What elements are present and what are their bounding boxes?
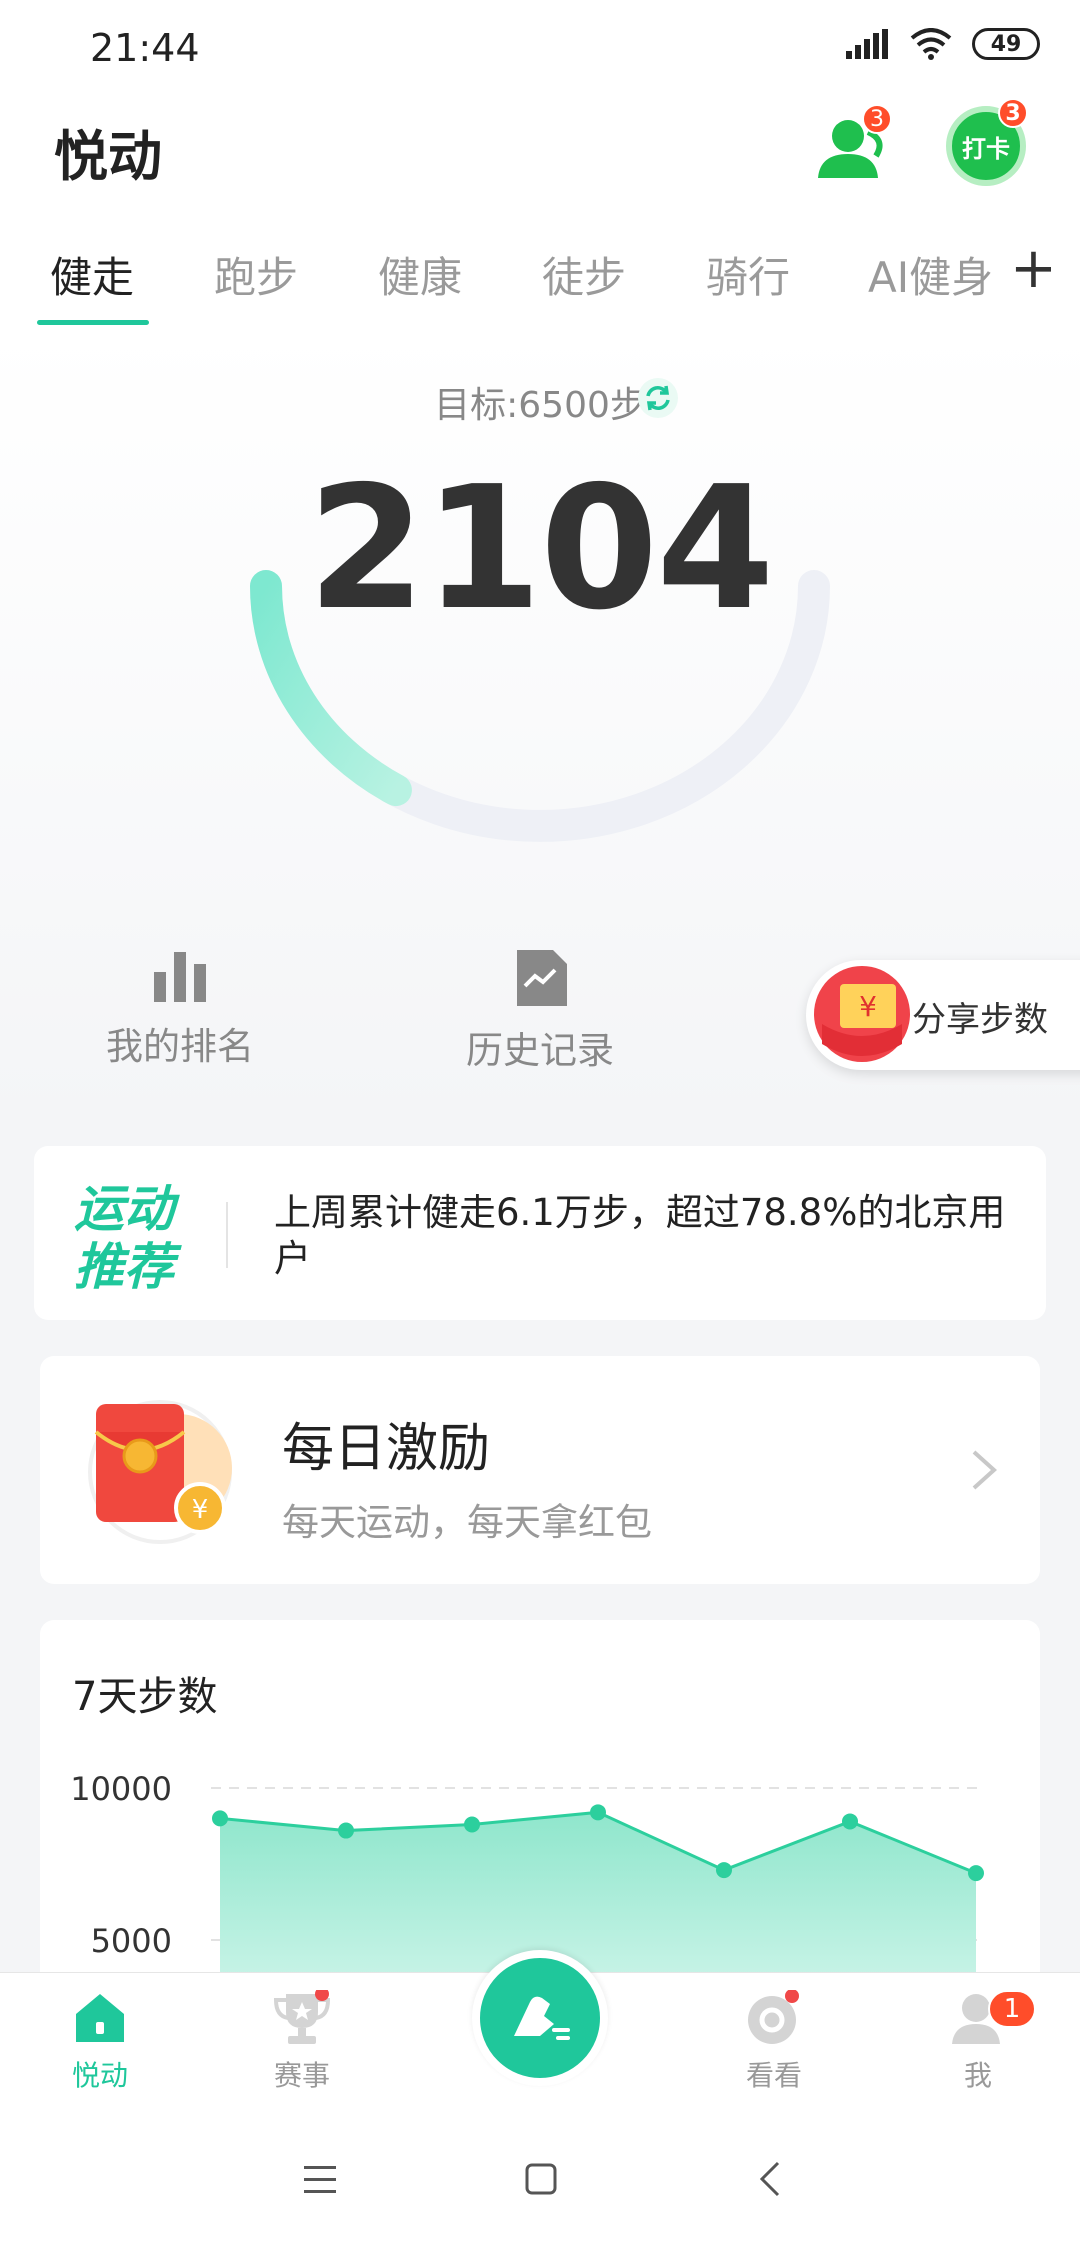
tab-ai-fitness[interactable]: AI健身 bbox=[868, 244, 993, 305]
reward-title: 每日激励 bbox=[282, 1419, 491, 1479]
svg-text:¥: ¥ bbox=[859, 990, 877, 1023]
home-square-icon[interactable] bbox=[524, 2162, 558, 2196]
signal-icon bbox=[846, 29, 888, 59]
ranking-label: 我的排名 bbox=[106, 1025, 254, 1068]
history-button[interactable]: 历史记录 bbox=[430, 950, 650, 1074]
data-point[interactable] bbox=[464, 1816, 480, 1833]
bar-chart-icon bbox=[154, 952, 206, 1002]
start-walk-button[interactable] bbox=[472, 1950, 608, 2086]
nav-events[interactable]: 赛事 bbox=[242, 1987, 362, 2094]
seven-day-chart: 10000 5000 bbox=[70, 1770, 985, 1976]
explore-icon bbox=[748, 1989, 799, 2044]
nav-home-label: 悦动 bbox=[71, 2059, 128, 2092]
nav-home[interactable]: 悦动 bbox=[40, 1990, 160, 2094]
data-point[interactable] bbox=[968, 1865, 984, 1882]
recommend-text: 上周累计健走6.1万步，超过78.8%的北京用户 bbox=[274, 1191, 1006, 1280]
tab-run[interactable]: 跑步 bbox=[214, 244, 298, 305]
nav-events-label: 赛事 bbox=[273, 2059, 330, 2092]
punch-button[interactable]: 打卡 3 bbox=[946, 98, 1028, 186]
tab-hike[interactable]: 徒步 bbox=[542, 244, 626, 305]
header bbox=[0, 95, 1080, 245]
back-icon[interactable] bbox=[758, 2160, 782, 2198]
friends-badge: 3 bbox=[862, 104, 892, 134]
y-tick-label: 10000 bbox=[70, 1770, 172, 1808]
battery-indicator: 49 bbox=[972, 28, 1040, 60]
step-progress-gauge bbox=[250, 570, 830, 842]
series-area bbox=[220, 1812, 976, 1976]
trophy-icon bbox=[273, 1987, 331, 2044]
punch-label: 打卡 bbox=[962, 134, 1010, 163]
status-time: 21:44 bbox=[90, 26, 200, 70]
recommend-title: 运动推荐 bbox=[74, 1180, 174, 1296]
svg-text:¥: ¥ bbox=[192, 1495, 209, 1525]
tab-bar: 健走 跑步 健康 徒步 骑行 AI健身 bbox=[0, 230, 1080, 330]
ranking-button[interactable]: 我的排名 bbox=[70, 950, 290, 1070]
tab-cycle[interactable]: 骑行 bbox=[706, 244, 790, 305]
chart-title: 7天步数 bbox=[72, 1674, 218, 1720]
nav-explore[interactable]: 看看 bbox=[714, 1989, 834, 2094]
data-point[interactable] bbox=[338, 1822, 354, 1839]
add-tab-button[interactable]: + bbox=[1010, 236, 1057, 301]
status-icons: 49 bbox=[846, 28, 1040, 60]
refresh-icon[interactable] bbox=[636, 376, 680, 420]
home-icon bbox=[76, 1994, 124, 2042]
system-nav-bar bbox=[0, 2112, 1080, 2244]
share-label: 分享步数 bbox=[912, 1000, 1048, 1040]
nav-profile-label: 我 bbox=[963, 2059, 992, 2092]
data-point[interactable] bbox=[212, 1810, 228, 1827]
data-point[interactable] bbox=[590, 1804, 606, 1821]
tab-walk[interactable]: 健走 bbox=[50, 244, 134, 305]
nav-profile[interactable]: 1 我 bbox=[918, 1990, 1038, 2094]
nav-explore-label: 看看 bbox=[745, 2059, 802, 2092]
friends-button[interactable]: 3 bbox=[812, 104, 892, 190]
data-point[interactable] bbox=[842, 1813, 858, 1830]
menu-icon[interactable] bbox=[302, 2164, 338, 2196]
data-point[interactable] bbox=[716, 1862, 732, 1879]
chevron-right-icon bbox=[972, 1450, 997, 1490]
goal-label: 目标:6500步 bbox=[434, 385, 646, 426]
tab-health[interactable]: 健康 bbox=[378, 244, 462, 305]
punch-badge: 3 bbox=[998, 98, 1028, 128]
history-label: 历史记录 bbox=[466, 1029, 614, 1072]
tab-indicator bbox=[37, 320, 149, 325]
divider bbox=[226, 1202, 228, 1268]
red-packet-icon: ¥ bbox=[88, 1400, 232, 1544]
reward-subtitle: 每天运动，每天拿红包 bbox=[282, 1501, 652, 1544]
wifi-icon bbox=[910, 28, 952, 60]
y-tick-label: 5000 bbox=[91, 1922, 172, 1960]
history-chart-icon bbox=[517, 950, 567, 1006]
page-title: 悦动 bbox=[54, 125, 162, 188]
goal-text: 目标:6500步 bbox=[0, 376, 1080, 428]
red-envelope-icon: ¥ bbox=[814, 966, 910, 1062]
walk-icon bbox=[514, 1996, 570, 2040]
profile-badge: 1 bbox=[988, 1990, 1036, 2028]
